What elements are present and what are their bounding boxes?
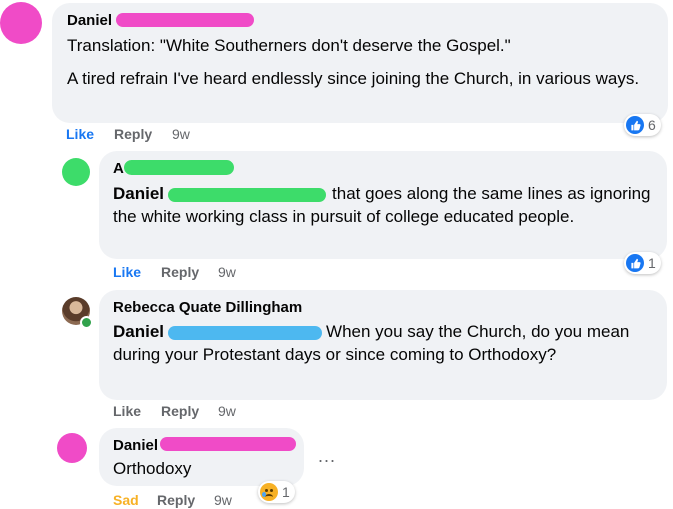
comment-author[interactable]: Daniel [67, 12, 112, 29]
timestamp[interactable]: 9w [172, 126, 190, 142]
avatar[interactable] [62, 158, 90, 186]
reply-button[interactable]: Reply [114, 126, 152, 142]
redaction-mark [168, 187, 327, 202]
reply-button[interactable]: Reply [161, 403, 199, 419]
redaction-mark [168, 325, 323, 340]
redaction-mark [160, 437, 296, 451]
mention-link[interactable]: Daniel [113, 184, 164, 203]
reaction-count: 6 [648, 117, 656, 133]
thumbs-up-icon [626, 254, 644, 272]
reply-button[interactable]: Reply [157, 492, 195, 508]
reaction-summary[interactable]: 1 [624, 252, 661, 274]
reaction-summary[interactable]: 1 [258, 481, 295, 503]
comment-author[interactable]: Daniel [113, 437, 158, 454]
mention-link[interactable]: Daniel [113, 322, 164, 341]
timestamp[interactable]: 9w [218, 264, 236, 280]
comment-text: Orthodoxy [113, 459, 192, 478]
like-button[interactable]: Like [113, 403, 141, 419]
comment-text: A tired refrain I've heard endlessly sin… [67, 69, 640, 88]
redaction-mark [124, 160, 234, 175]
avatar[interactable] [0, 2, 42, 44]
reaction-count: 1 [648, 255, 656, 271]
more-options-icon[interactable]: ... [318, 446, 336, 467]
avatar[interactable] [57, 433, 87, 463]
sad-face-icon [260, 483, 278, 501]
comment-author[interactable]: A [113, 160, 124, 177]
reaction-summary[interactable]: 6 [624, 114, 661, 136]
like-button[interactable]: Like [113, 264, 141, 280]
comment-author[interactable]: Rebecca Quate Dillingham [113, 299, 302, 316]
timestamp[interactable]: 9w [214, 492, 232, 508]
comment-text: Translation: "White Southerners don't de… [67, 36, 511, 55]
thumbs-up-icon [626, 116, 644, 134]
reaction-sad-button[interactable]: Sad [113, 492, 139, 508]
comment-text: Daniel When you say the Church, do you me… [113, 320, 653, 366]
comment-text: Daniel that goes along the same lines as … [113, 182, 653, 228]
like-button[interactable]: Like [66, 126, 94, 142]
reply-button[interactable]: Reply [161, 264, 199, 280]
redaction-mark [116, 13, 254, 27]
online-status-indicator [80, 316, 93, 329]
reaction-count: 1 [282, 484, 290, 500]
timestamp[interactable]: 9w [218, 403, 236, 419]
